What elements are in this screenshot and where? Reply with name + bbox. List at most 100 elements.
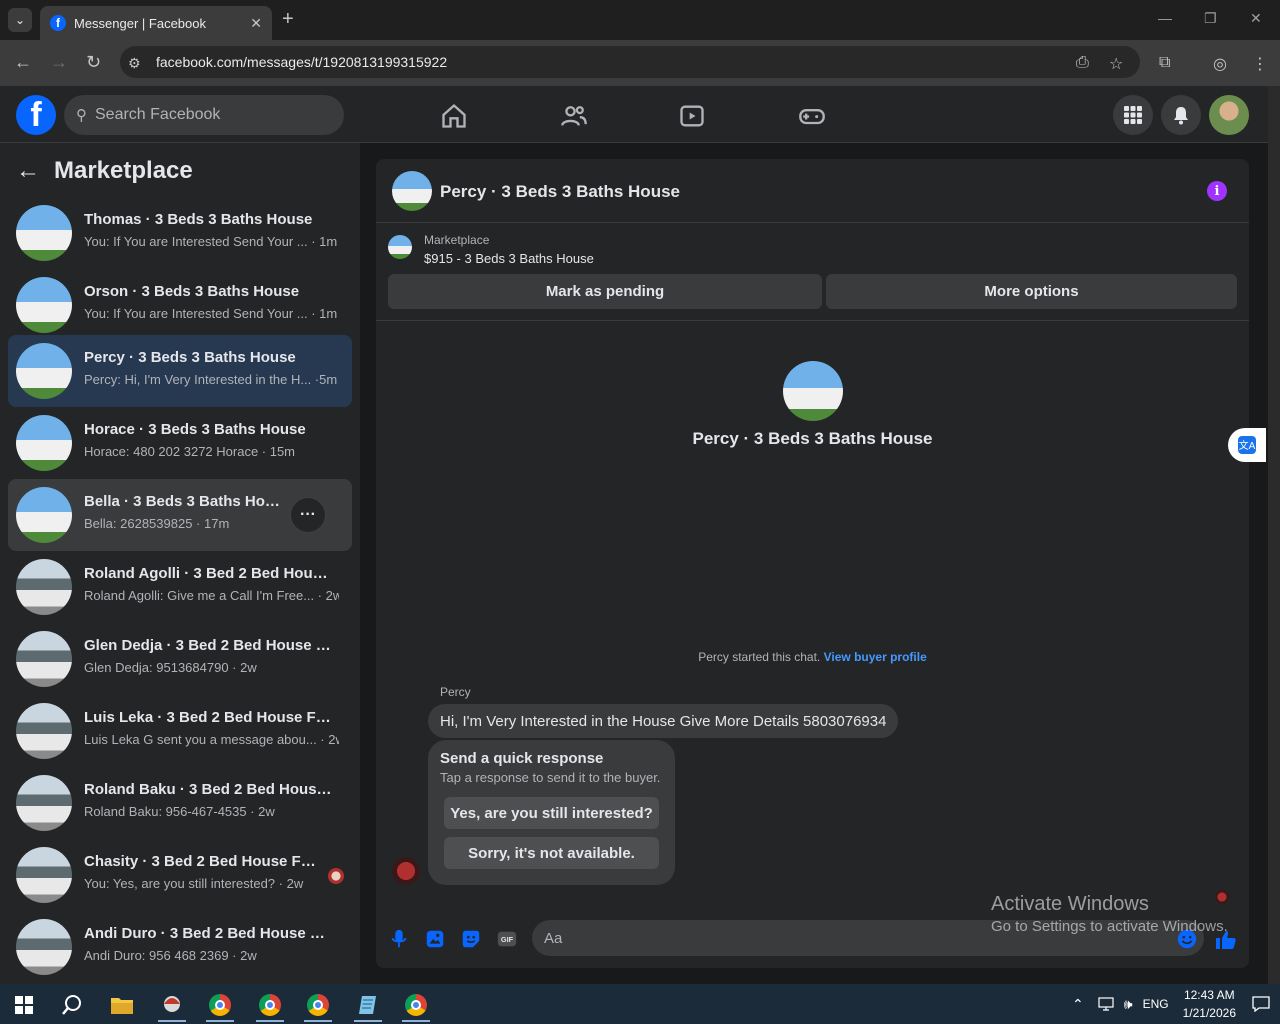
chat-panel: Percy · 3 Beds 3 Baths House i Marketpla…	[376, 159, 1249, 968]
conversation-name: Horace · 3 Beds 3 Baths House	[84, 421, 306, 438]
file-explorer-icon[interactable]	[102, 988, 142, 1022]
conversation-snippet: You: If You are Interested Send Your ...…	[84, 234, 338, 249]
url-text: facebook.com/messages/t/1920813199315922	[156, 54, 448, 70]
more-options-button[interactable]: More options	[826, 274, 1237, 309]
gif-icon[interactable]: GIF	[496, 928, 518, 950]
seen-avatar	[328, 868, 344, 884]
extensions-icon[interactable]: ⧉	[1159, 54, 1170, 72]
conversation-snippet: Roland Baku: 956-467-4535 · 2w	[84, 804, 275, 819]
system-tray: ⌃ 🕪 ENG 12:43 AM 1/21/2026	[1072, 984, 1270, 1024]
microphone-icon[interactable]	[388, 928, 410, 950]
sticker-icon[interactable]	[460, 928, 482, 950]
browser-tab-bar: ⌄ f Messenger | Facebook ✕ + — ❐ ✕	[0, 0, 1280, 40]
listing-thumbnail	[16, 205, 72, 261]
bookmark-star-icon[interactable]: ☆	[1109, 54, 1123, 74]
chat-title[interactable]: Percy · 3 Beds 3 Baths House	[440, 182, 680, 202]
chrome-profile-icon[interactable]	[250, 988, 290, 1022]
conversation-item[interactable]: Roland Baku · 3 Bed 2 Bed House ... Rola…	[8, 767, 352, 839]
forward-icon[interactable]: →	[50, 52, 68, 73]
new-tab-icon[interactable]: +	[282, 8, 294, 31]
conversation-name: Bella · 3 Beds 3 Baths House	[84, 493, 284, 510]
conversation-item[interactable]: Bella · 3 Beds 3 Baths House Bella: 2628…	[8, 479, 352, 551]
conversation-item[interactable]: Glen Dedja · 3 Bed 2 Bed House Fo... Gle…	[8, 623, 352, 695]
menu-grid-icon[interactable]	[1113, 95, 1153, 135]
notifications-bell-icon[interactable]	[1161, 95, 1201, 135]
volume-icon[interactable]: 🕪	[1124, 996, 1133, 1013]
translate-icon[interactable]: 文A	[1228, 428, 1266, 462]
conversation-name: Chasity · 3 Bed 2 Bed House For...	[84, 853, 316, 870]
reload-icon[interactable]: ↻	[86, 52, 101, 73]
listing-thumbnail	[16, 343, 72, 399]
notifications-icon[interactable]	[1252, 996, 1270, 1012]
app-icon[interactable]	[152, 988, 192, 1022]
notepad-icon[interactable]	[348, 988, 388, 1022]
conversation-item[interactable]: Horace · 3 Beds 3 Baths House Horace: 48…	[8, 407, 352, 479]
mark-as-pending-button[interactable]: Mark as pending	[388, 274, 822, 309]
tab-title: Messenger | Facebook	[74, 15, 206, 31]
facebook-logo-icon[interactable]: f	[16, 95, 56, 135]
install-app-icon[interactable]: ⎙	[1076, 54, 1089, 72]
quick-response-sorry-button[interactable]: Sorry, it's not available.	[444, 837, 659, 869]
network-icon[interactable]	[1098, 997, 1114, 1011]
clock[interactable]: 12:43 AM 1/21/2026	[1183, 986, 1236, 1022]
chat-avatar[interactable]	[392, 171, 432, 211]
info-icon[interactable]: i	[1207, 181, 1227, 201]
maximize-icon[interactable]: ❐	[1204, 10, 1217, 27]
photo-icon[interactable]	[424, 928, 446, 950]
conversation-item[interactable]: Luis Leka · 3 Bed 2 Bed House For ... Lu…	[8, 695, 352, 767]
conversation-item-active[interactable]: Percy · 3 Beds 3 Baths House Percy: Hi, …	[8, 335, 352, 407]
video-icon[interactable]	[678, 102, 706, 130]
home-icon[interactable]	[440, 102, 468, 130]
minimize-icon[interactable]: —	[1158, 10, 1172, 26]
listing-thumbnail[interactable]	[388, 235, 412, 259]
listing-thumbnail	[16, 559, 72, 615]
activation-watermark-subtitle: Go to Settings to activate Windows.	[991, 918, 1228, 935]
chat-header: Percy · 3 Beds 3 Baths House i	[376, 159, 1249, 223]
quick-response-yes-button[interactable]: Yes, are you still interested?	[444, 797, 659, 829]
tab-search-button[interactable]: ⌄	[8, 8, 32, 32]
marketplace-sidebar: ← Marketplace Thomas · 3 Beds 3 Baths Ho…	[0, 143, 360, 984]
activation-watermark-title: Activate Windows	[991, 893, 1149, 915]
conversation-options-icon[interactable]: ···	[290, 497, 326, 533]
search-icon[interactable]	[52, 988, 92, 1022]
browser-menu-icon[interactable]: ⋮	[1252, 54, 1268, 74]
clock-time: 12:43 AM	[1183, 988, 1235, 1002]
message-bubble[interactable]: Hi, I'm Very Interested in the House Giv…	[428, 704, 899, 738]
listing-title[interactable]: $915 - 3 Beds 3 Baths House	[424, 251, 594, 266]
language-indicator[interactable]: ENG	[1143, 997, 1169, 1011]
gaming-icon[interactable]	[798, 102, 826, 130]
site-info-icon[interactable]: ⚙	[128, 55, 141, 72]
center-name: Percy · 3 Beds 3 Baths House	[692, 429, 933, 448]
close-window-icon[interactable]: ✕	[1250, 10, 1262, 27]
conversation-item[interactable]: Roland Agolli · 3 Bed 2 Bed House... Rol…	[8, 551, 352, 623]
friends-icon[interactable]	[560, 102, 588, 130]
seen-avatar	[1215, 890, 1229, 904]
profile-icon[interactable]: ◎	[1213, 54, 1227, 74]
conversation-snippet: Percy: Hi, I'm Very Interested in the H.…	[84, 372, 338, 387]
chrome-icon[interactable]	[200, 988, 240, 1022]
back-icon[interactable]: ←	[14, 52, 32, 73]
account-avatar[interactable]	[1209, 95, 1249, 135]
conversation-item[interactable]: Orson · 3 Beds 3 Baths House You: If You…	[8, 269, 352, 341]
conversation-item[interactable]: Thomas · 3 Beds 3 Baths House You: If Yo…	[8, 197, 352, 269]
page-scrollbar[interactable]	[1268, 86, 1280, 984]
conversation-snippet: Horace: 480 202 3272 Horace · 15m	[84, 444, 296, 459]
search-input[interactable]: ⚲ Search Facebook	[64, 95, 344, 135]
started-text: Percy started this chat.	[698, 650, 821, 664]
close-tab-icon[interactable]: ✕	[250, 15, 262, 32]
conversation-item[interactable]: Chasity · 3 Bed 2 Bed House For... You: …	[8, 839, 352, 911]
listing-banner: Marketplace $915 - 3 Beds 3 Baths House …	[376, 223, 1249, 321]
chrome-profile-icon[interactable]	[396, 988, 436, 1022]
sender-avatar	[392, 857, 420, 885]
conversation-item[interactable]: Andi Duro · 3 Bed 2 Bed House Fo... Andi…	[8, 911, 352, 983]
listing-thumbnail	[16, 703, 72, 759]
chrome-profile-icon[interactable]	[298, 988, 338, 1022]
conversation-snippet: Roland Agolli: Give me a Call I'm Free..…	[84, 588, 339, 603]
browser-tab[interactable]: f Messenger | Facebook ✕	[40, 6, 272, 40]
search-placeholder: Search Facebook	[95, 106, 221, 123]
url-field[interactable]: facebook.com/messages/t/1920813199315922	[120, 46, 1140, 78]
windows-start-icon[interactable]	[4, 988, 44, 1022]
view-buyer-profile-link[interactable]: View buyer profile	[824, 650, 927, 664]
chevron-up-icon[interactable]: ⌃	[1072, 996, 1084, 1013]
back-arrow-icon[interactable]: ←	[16, 157, 40, 185]
